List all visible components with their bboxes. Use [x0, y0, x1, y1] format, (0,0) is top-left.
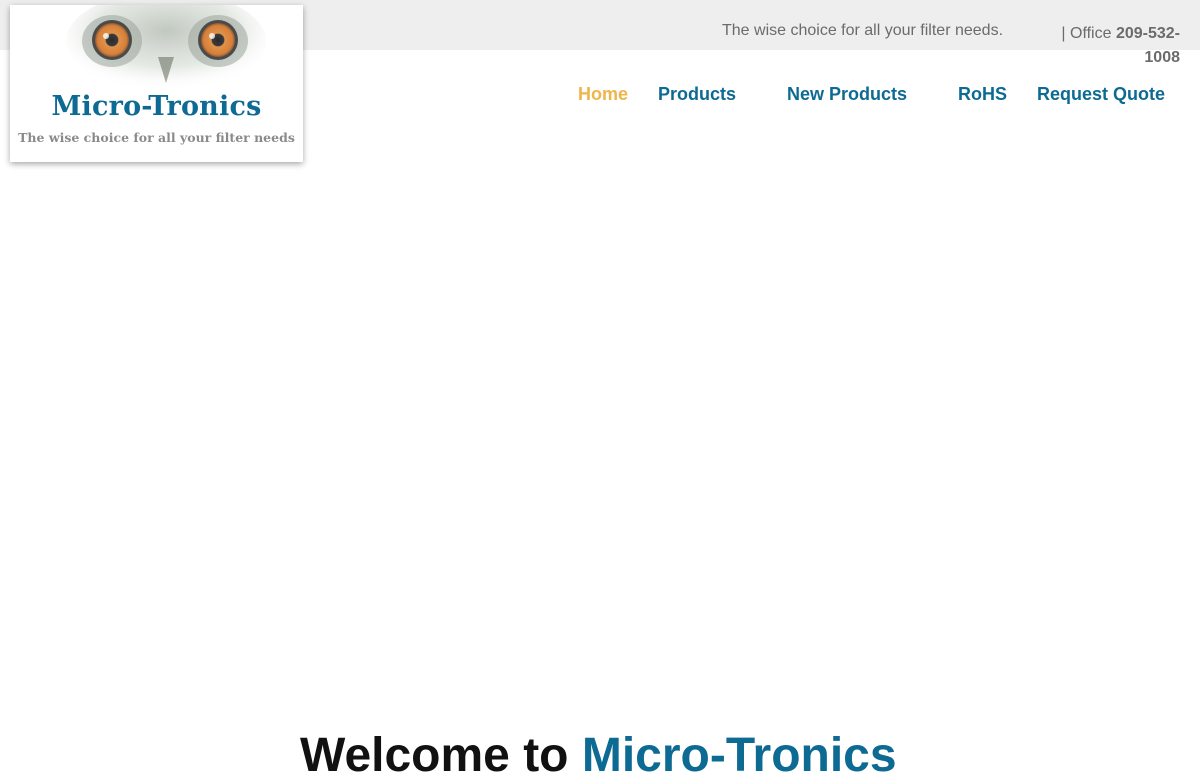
nav-rohs[interactable]: RoHS — [958, 84, 1007, 105]
owl-eyes-icon — [66, 5, 266, 89]
nav-products[interactable]: Products — [658, 84, 736, 105]
office-phone-link[interactable]: 209-532-1008 — [1116, 25, 1180, 66]
nav-new-products[interactable]: New Products — [787, 84, 907, 105]
logo-subtitle: The wise choice for all your filter need… — [18, 130, 295, 145]
site-logo[interactable]: Micro-Tronics The wise choice for all yo… — [10, 5, 303, 162]
office-label: | Office — [1061, 25, 1112, 42]
nav-home[interactable]: Home — [578, 84, 628, 105]
office-contact: | Office 209-532-1008 — [1040, 22, 1180, 70]
nav-request-quote[interactable]: Request Quote — [1037, 84, 1165, 105]
welcome-heading: Welcome to Micro-Tronics — [300, 728, 897, 783]
logo-brand-name: Micro-Tronics — [51, 91, 262, 122]
welcome-brand: Micro-Tronics — [581, 729, 897, 782]
header-tagline: The wise choice for all your filter need… — [722, 22, 1004, 39]
welcome-prefix: Welcome to — [300, 729, 569, 782]
